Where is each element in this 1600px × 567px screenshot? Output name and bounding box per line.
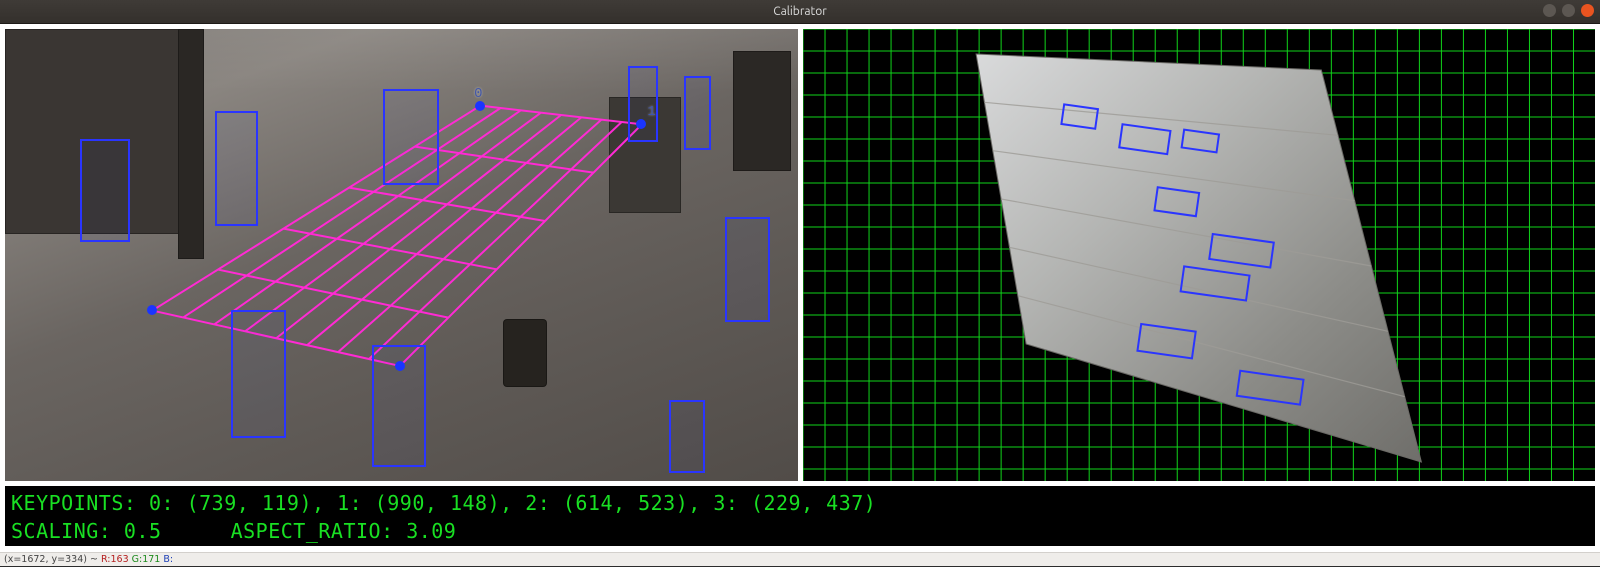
close-icon[interactable] xyxy=(1581,4,1594,17)
window-title: Calibrator xyxy=(773,5,827,18)
keypoint-handle-3[interactable] xyxy=(147,305,157,315)
building-block xyxy=(178,29,204,259)
keypoints-label: KEYPOINTS: xyxy=(11,491,136,515)
keypoint-label-0: 0 xyxy=(474,86,482,102)
stage: 01 xyxy=(0,24,1600,554)
window-controls xyxy=(1543,4,1594,17)
title-bar: Calibrator xyxy=(0,0,1600,24)
aspect-ratio-label: ASPECT_RATIO: xyxy=(231,517,394,545)
scene-image xyxy=(5,29,798,481)
scaling-label: SCALING: xyxy=(11,517,111,545)
keypoints-values: 0: (739, 119), 1: (990, 148), 2: (614, 5… xyxy=(149,491,876,515)
cursor-readout: (x=1672, y=334) ~ R:163 G:171 B: xyxy=(4,554,173,565)
info-strip: KEYPOINTS: 0: (739, 119), 1: (990, 148),… xyxy=(5,486,1595,546)
minimize-icon[interactable] xyxy=(1543,4,1556,17)
scaling-value: 0.5 xyxy=(124,517,162,545)
building-block xyxy=(5,29,200,234)
kiosk-block xyxy=(609,97,681,213)
keypoint-label-1: 1 xyxy=(647,104,655,120)
aspect-ratio-value: 3.09 xyxy=(406,517,456,545)
bin-block xyxy=(503,319,547,387)
maximize-icon[interactable] xyxy=(1562,4,1575,17)
warped-view[interactable] xyxy=(803,29,1596,481)
warped-svg xyxy=(803,29,1596,481)
source-view[interactable]: 01 xyxy=(5,29,798,481)
status-bar: (x=1672, y=334) ~ R:163 G:171 B: xyxy=(0,552,1600,566)
booth-block xyxy=(733,51,791,171)
keypoint-handle-0[interactable] xyxy=(475,101,485,111)
keypoint-handle-1[interactable] xyxy=(636,119,646,129)
keypoint-handle-2[interactable] xyxy=(395,361,405,371)
